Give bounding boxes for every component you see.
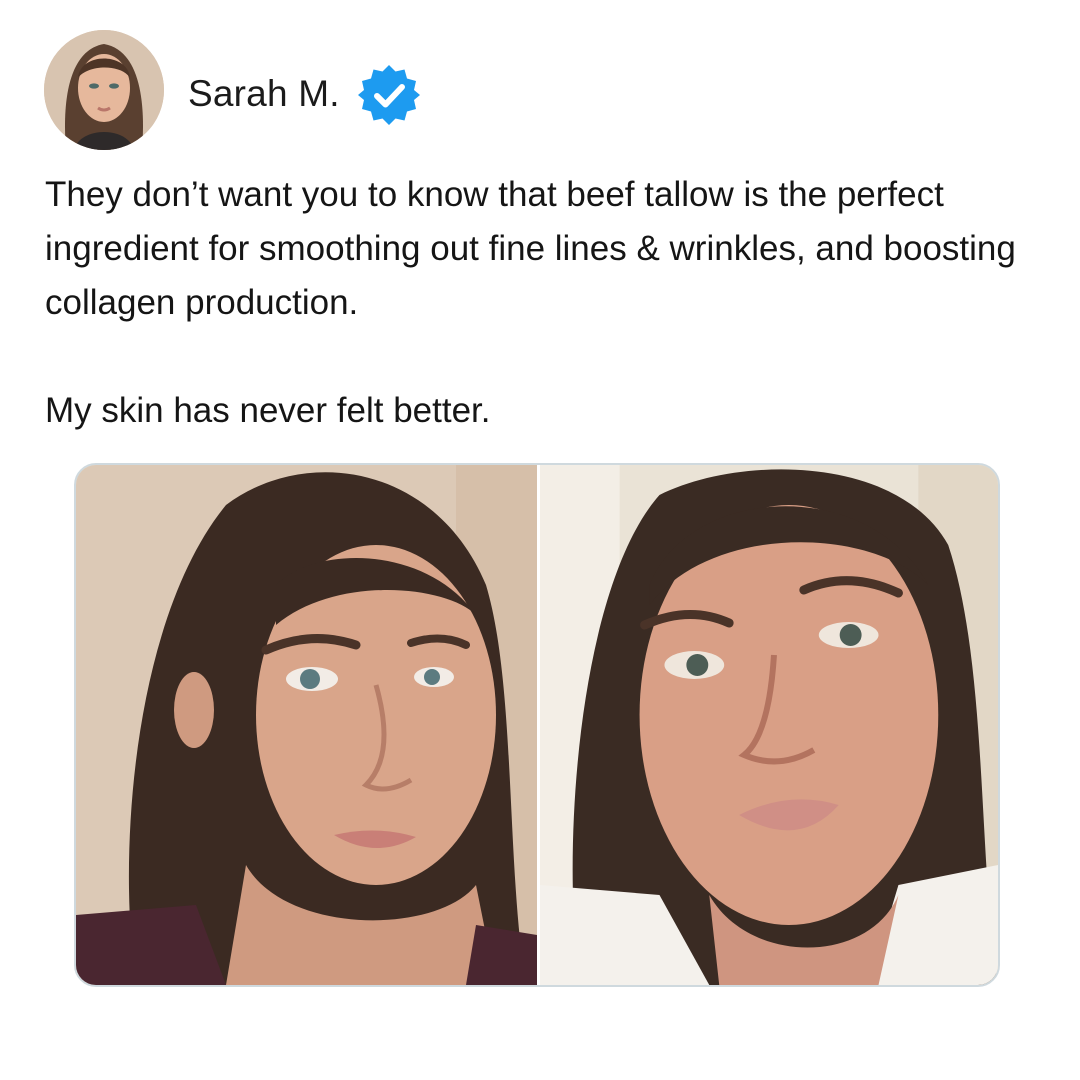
author-name[interactable]: Sarah M. bbox=[188, 70, 340, 118]
post-paragraph: They don’t want you to know that beef ta… bbox=[45, 175, 1016, 322]
verified-badge-icon bbox=[358, 65, 420, 125]
media-grid[interactable] bbox=[74, 463, 1000, 987]
author-avatar[interactable] bbox=[44, 30, 164, 150]
face-photo-right-icon bbox=[540, 465, 998, 985]
post-text: They don’t want you to know that beef ta… bbox=[45, 168, 1045, 438]
post-card: Sarah M. They don’t want you to know tha… bbox=[0, 0, 1080, 1080]
face-photo-left[interactable] bbox=[76, 465, 537, 985]
avatar-photo-icon bbox=[44, 30, 164, 150]
face-photo-right[interactable] bbox=[540, 465, 998, 985]
post-paragraph: My skin has never felt better. bbox=[45, 391, 491, 430]
face-photo-left-icon bbox=[76, 465, 537, 985]
